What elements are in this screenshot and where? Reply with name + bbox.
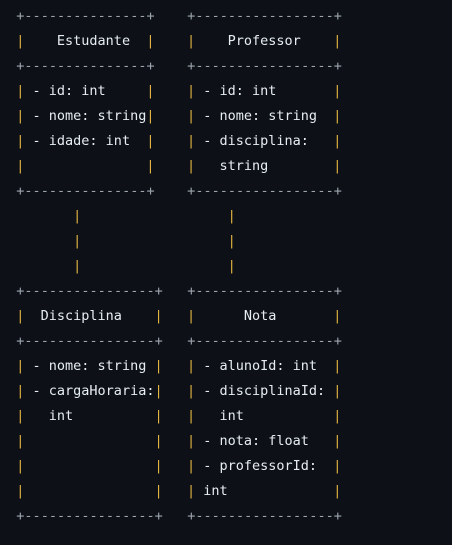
diagram-line: +----------------+ +-----------------+ bbox=[16, 508, 342, 524]
diagram-line: | - id: int | | - id: int | bbox=[16, 83, 342, 99]
diagram-line: +---------------+ +-----------------+ bbox=[16, 8, 342, 24]
diagram-line: | | | - professorId: | bbox=[16, 458, 342, 474]
diagram-line: +----------------+ +-----------------+ bbox=[16, 333, 342, 349]
ascii-class-diagram: +---------------+ +-----------------+ | … bbox=[0, 0, 452, 545]
diagram-line: | | bbox=[73, 208, 236, 224]
diagram-line: +---------------+ +-----------------+ bbox=[16, 58, 342, 74]
diagram-line: | Estudante | | Professor | bbox=[16, 33, 342, 49]
diagram-line: +---------------+ +-----------------+ bbox=[16, 183, 342, 199]
diagram-line: | - cargaHoraria:| | - disciplinaId: | bbox=[16, 383, 342, 399]
diagram-line: | | | string | bbox=[16, 158, 342, 174]
diagram-line: | | bbox=[73, 233, 236, 249]
diagram-line: | | | - nota: float | bbox=[16, 433, 342, 449]
diagram-line: +----------------+ +-----------------+ bbox=[16, 283, 342, 299]
diagram-line: | - nome: string | | - alunoId: int | bbox=[16, 358, 342, 374]
diagram-line: | - nome: string| | - nome: string | bbox=[16, 108, 342, 124]
diagram-line: | | | int | bbox=[16, 483, 342, 499]
diagram-line: | - idade: int | | - disciplina: | bbox=[16, 133, 342, 149]
diagram-line: | int | | int | bbox=[16, 408, 342, 424]
diagram-line: | | bbox=[73, 258, 236, 274]
diagram-line: | Disciplina | | Nota | bbox=[16, 308, 342, 324]
